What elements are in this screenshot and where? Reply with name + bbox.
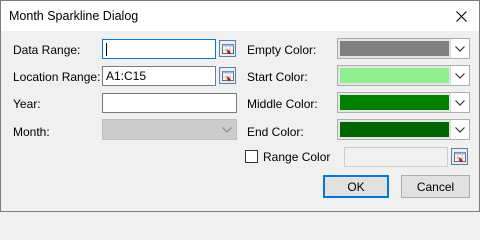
month-select[interactable] [102,119,237,140]
year-input[interactable] [102,93,237,113]
data-range-input[interactable] [102,39,216,59]
range-color-checkbox[interactable] [245,150,258,163]
chevron-down-icon [221,126,232,133]
start-color-swatch [340,68,449,83]
chevron-down-icon [455,72,465,79]
cancel-button[interactable]: Cancel [401,175,470,198]
ok-button[interactable]: OK [323,175,389,198]
year-label: Year: [13,97,41,111]
chevron-down-icon [455,126,465,133]
data-range-label: Data Range: [13,43,81,57]
range-picker-icon [221,70,234,81]
empty-color-dropdown-button[interactable] [450,39,469,58]
range-picker-icon [221,43,234,54]
title-bar: Month Sparkline Dialog [1,1,479,31]
chevron-down-icon [455,45,465,52]
data-range-picker-button[interactable] [219,40,236,57]
end-color-dropdown-button[interactable] [450,120,469,139]
range-picker-icon [453,151,466,162]
month-label: Month: [13,125,50,139]
empty-color-label: Empty Color: [247,43,317,57]
empty-color-select[interactable] [337,38,470,59]
range-color-picker-button[interactable] [451,148,468,165]
middle-color-dropdown-button[interactable] [450,93,469,112]
month-dropdown-button[interactable] [217,120,236,139]
start-color-dropdown-button[interactable] [450,66,469,85]
end-color-label: End Color: [247,125,304,139]
middle-color-swatch [340,95,449,110]
empty-color-swatch [340,41,449,56]
start-color-label: Start Color: [247,70,308,84]
location-range-label: Location Range: [13,70,101,84]
end-color-select[interactable] [337,119,470,140]
middle-color-select[interactable] [337,92,470,113]
range-color-label: Range Color [263,150,331,164]
location-range-input[interactable]: A1:C15 [102,66,216,86]
month-value [105,122,216,137]
close-icon [455,10,467,22]
chevron-down-icon [455,99,465,106]
start-color-select[interactable] [337,65,470,86]
location-range-picker-button[interactable] [219,67,236,84]
text-caret [106,43,107,57]
range-color-field[interactable] [344,147,448,167]
window-title: Month Sparkline Dialog [9,9,139,23]
middle-color-label: Middle Color: [247,97,318,111]
dialog-window: Month Sparkline Dialog Data Range: Locat… [0,0,480,212]
end-color-swatch [340,122,449,137]
location-range-value: A1:C15 [106,69,147,83]
close-button[interactable] [447,4,475,28]
